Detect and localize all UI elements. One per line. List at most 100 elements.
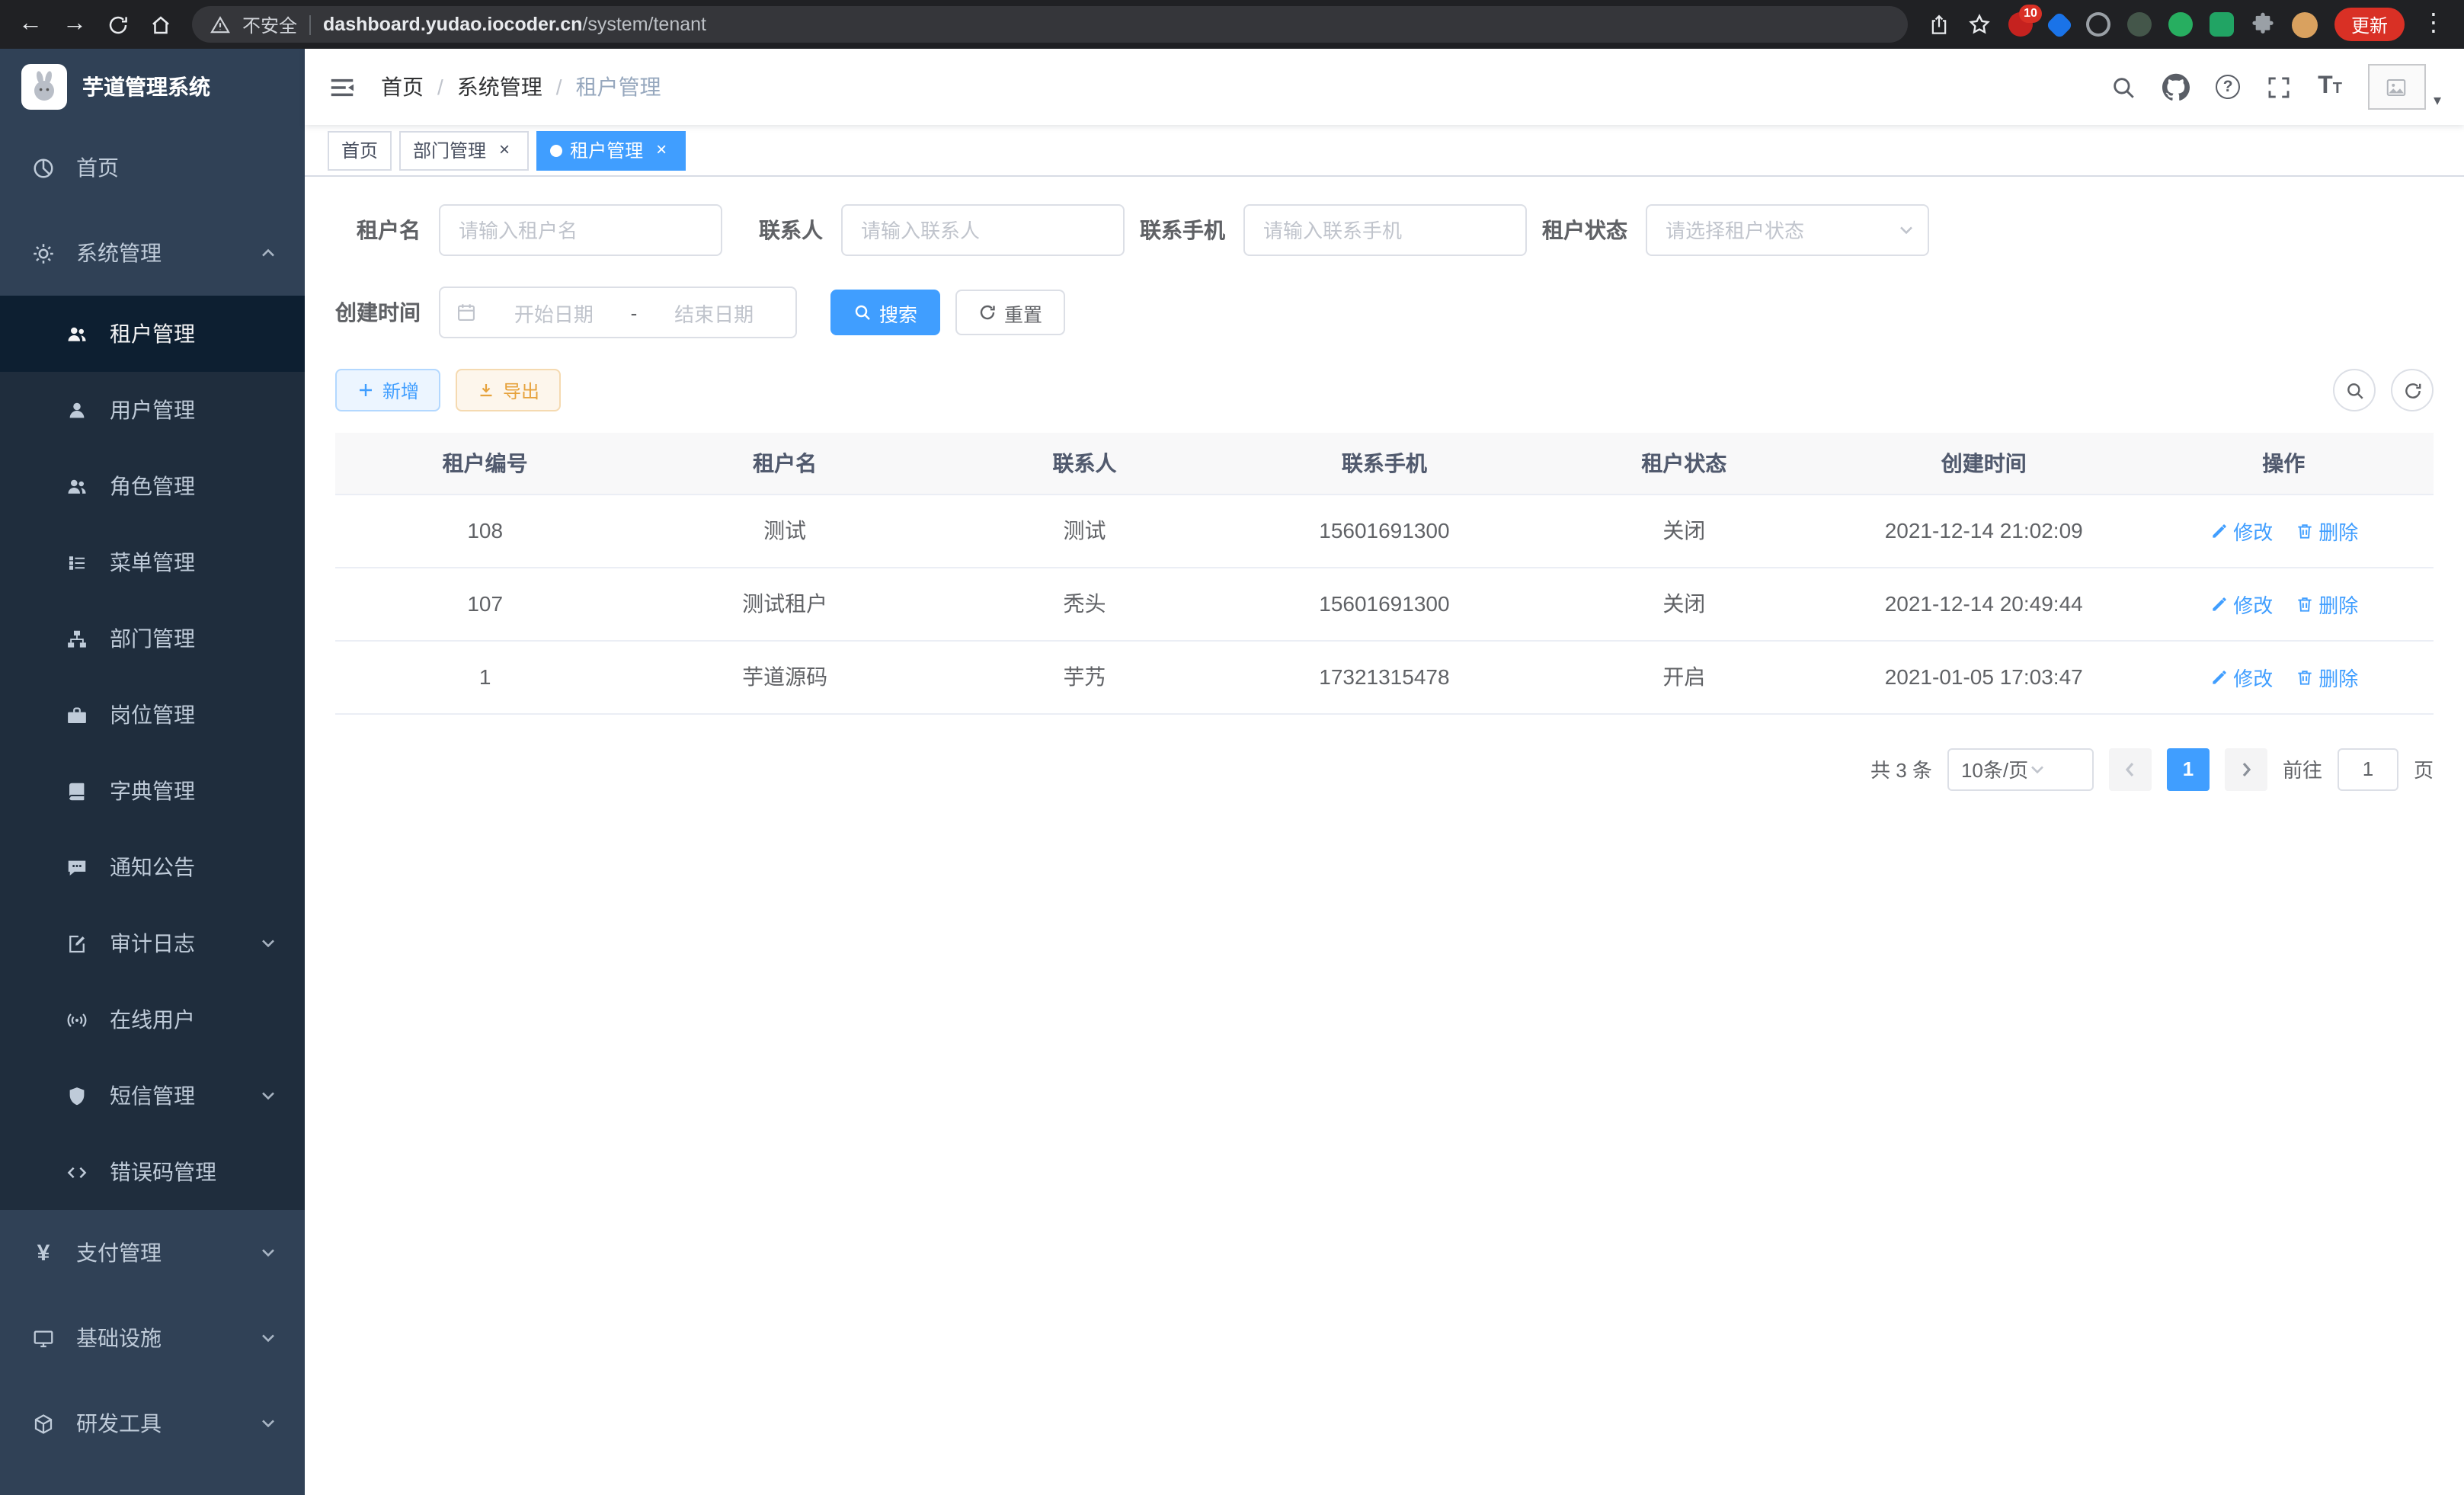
contact-input[interactable]	[841, 204, 1125, 256]
sidebar-item-payment[interactable]: ¥ 支付管理	[0, 1210, 305, 1295]
edit-button[interactable]: 修改	[2209, 662, 2273, 691]
add-button[interactable]: 新增	[335, 369, 440, 411]
url-domain: dashboard.yudao.iocoder.cn	[323, 14, 582, 35]
user-avatar[interactable]: ▾	[2368, 64, 2441, 110]
page-size-select[interactable]: 10条/页	[1947, 748, 2094, 790]
sidebar-item-tenant[interactable]: 租户管理	[0, 296, 305, 372]
help-icon[interactable]: ?	[2216, 75, 2240, 99]
address-bar[interactable]: 不安全 dashboard.yudao.iocoder.cn/system/te…	[192, 6, 1908, 43]
extension-icon-6[interactable]	[2210, 12, 2234, 37]
sidebar-item-online-user[interactable]: 在线用户	[0, 981, 305, 1058]
browser-menu-icon[interactable]: ⋮	[2421, 12, 2446, 37]
sidebar-item-notice[interactable]: 通知公告	[0, 829, 305, 905]
refresh-table-button[interactable]	[2391, 369, 2434, 411]
toggle-search-button[interactable]	[2333, 369, 2376, 411]
extension-icon-5[interactable]	[2168, 12, 2193, 37]
phone-input[interactable]	[1243, 204, 1527, 256]
sidebar-menu: 首页 系统管理 租户管理 用户管理	[0, 125, 305, 1466]
breadcrumb-current: 租户管理	[576, 72, 661, 102]
goto-page-input[interactable]	[2338, 748, 2398, 790]
status-select-input[interactable]	[1646, 204, 1929, 256]
active-dot	[550, 144, 562, 156]
delete-button[interactable]: 删除	[2294, 589, 2358, 618]
chevron-up-icon	[259, 244, 277, 262]
sidebar-item-label: 系统管理	[76, 238, 162, 268]
logo-row[interactable]: 芋道管理系统	[0, 49, 305, 125]
monitor-icon	[30, 1327, 56, 1349]
delete-button[interactable]: 删除	[2294, 516, 2358, 545]
page-number-current[interactable]: 1	[2167, 748, 2210, 790]
reset-button-label: 重置	[1004, 298, 1042, 327]
sidebar-item-label: 审计日志	[110, 928, 195, 959]
prev-page-button[interactable]	[2109, 748, 2152, 790]
share-icon[interactable]	[1928, 13, 1950, 36]
puzzle-icon[interactable]	[2251, 12, 2275, 37]
search-button[interactable]: 搜索	[830, 290, 940, 335]
extension-icon-1[interactable]: 10	[2008, 12, 2033, 37]
github-icon[interactable]	[2162, 73, 2190, 101]
search-icon[interactable]	[2110, 74, 2136, 100]
breadcrumb-system[interactable]: 系统管理	[457, 72, 542, 102]
next-page-button[interactable]	[2225, 748, 2267, 790]
omnibox-divider	[309, 14, 311, 34]
edit-button[interactable]: 修改	[2209, 589, 2273, 618]
fullscreen-icon[interactable]	[2266, 74, 2292, 100]
cell-name: 芋道源码	[635, 640, 934, 713]
tag-tenant-active[interactable]: 租户管理 ×	[536, 130, 686, 170]
tag-dept[interactable]: 部门管理 ×	[399, 130, 529, 170]
sidebar: 芋道管理系统 首页 系统管理 租户管理	[0, 49, 305, 1495]
delete-label: 删除	[2318, 516, 2358, 545]
cell-id: 108	[335, 494, 635, 567]
filter-contact: 联系人	[738, 204, 1125, 256]
back-icon[interactable]: ←	[18, 12, 43, 37]
filter-row-1: 租户名 联系人 联系手机 租户状态	[335, 204, 2434, 256]
update-button[interactable]: 更新	[2334, 8, 2405, 41]
sidebar-item-label: 角色管理	[110, 471, 195, 501]
tenant-name-input[interactable]	[439, 204, 722, 256]
hamburger-icon[interactable]	[328, 72, 357, 101]
create-time-label: 创建时间	[335, 297, 439, 328]
sidebar-item-user[interactable]: 用户管理	[0, 372, 305, 448]
start-date-placeholder: 开始日期	[488, 298, 620, 327]
sidebar-item-infra[interactable]: 基础设施	[0, 1295, 305, 1381]
home-icon[interactable]	[149, 13, 172, 36]
reload-icon[interactable]	[107, 13, 130, 36]
code-icon	[64, 1160, 90, 1183]
sidebar-item-role[interactable]: 角色管理	[0, 448, 305, 524]
edit-button[interactable]: 修改	[2209, 516, 2273, 545]
date-range-picker[interactable]: 开始日期 - 结束日期	[439, 287, 797, 338]
sidebar-item-system[interactable]: 系统管理	[0, 210, 305, 296]
briefcase-icon	[64, 703, 90, 726]
font-size-big: T	[2318, 73, 2333, 101]
refresh-icon	[978, 303, 997, 322]
close-icon[interactable]: ×	[494, 139, 515, 161]
sidebar-item-error-code[interactable]: 错误码管理	[0, 1134, 305, 1210]
extension-icon-3[interactable]	[2086, 12, 2110, 37]
status-label: 租户状态	[1542, 215, 1646, 245]
delete-button[interactable]: 删除	[2294, 662, 2358, 691]
extension-icon-2[interactable]	[2046, 11, 2074, 39]
breadcrumb-home[interactable]: 首页	[381, 72, 424, 102]
sidebar-item-audit-log[interactable]: 审计日志	[0, 905, 305, 981]
tag-home[interactable]: 首页	[328, 130, 392, 170]
users-icon	[64, 475, 90, 498]
status-select[interactable]	[1646, 204, 1929, 256]
extension-icon-4[interactable]	[2127, 12, 2152, 37]
sidebar-item-post[interactable]: 岗位管理	[0, 677, 305, 753]
book-icon	[64, 780, 90, 802]
bookmark-star-icon[interactable]	[1967, 12, 1992, 37]
sidebar-item-dict[interactable]: 字典管理	[0, 753, 305, 829]
sidebar-item-sms[interactable]: 短信管理	[0, 1058, 305, 1134]
col-status: 租户状态	[1534, 433, 1834, 494]
export-button[interactable]: 导出	[456, 369, 561, 411]
font-size-icon[interactable]: TT	[2318, 73, 2342, 101]
close-icon[interactable]: ×	[651, 139, 672, 161]
forward-icon[interactable]: →	[62, 12, 87, 37]
sidebar-item-home[interactable]: 首页	[0, 125, 305, 210]
profile-avatar[interactable]	[2292, 11, 2318, 37]
sidebar-item-menu[interactable]: 菜单管理	[0, 524, 305, 600]
sidebar-item-devtools[interactable]: 研发工具	[0, 1381, 305, 1466]
reset-button[interactable]: 重置	[955, 290, 1065, 335]
trash-icon	[2294, 520, 2314, 540]
sidebar-item-dept[interactable]: 部门管理	[0, 600, 305, 677]
